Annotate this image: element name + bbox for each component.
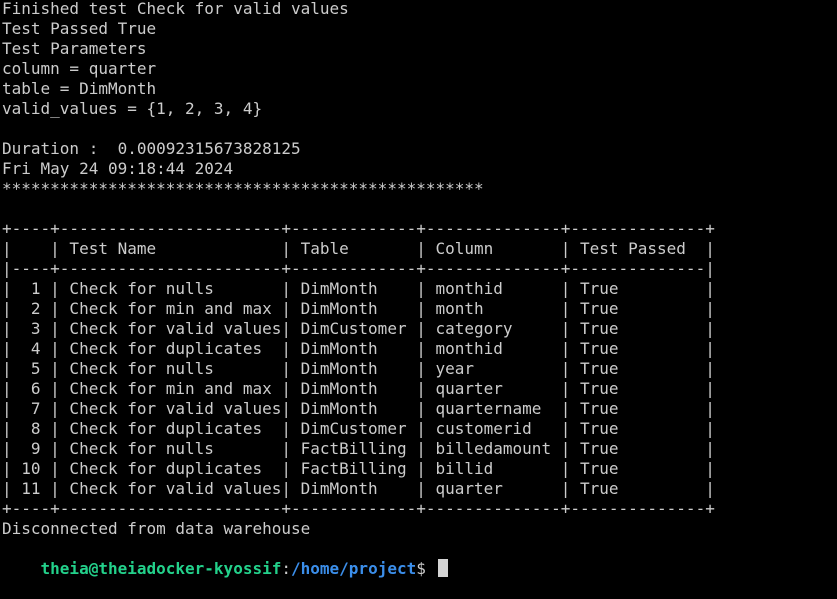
output-line: ****************************************… <box>2 179 484 198</box>
output-line: | 10 | Check for duplicates | FactBillin… <box>2 459 715 478</box>
terminal[interactable]: Finished test Check for valid values Test… <box>2 0 837 578</box>
output-line: | 4 | Check for duplicates | DimMonth | … <box>2 339 715 358</box>
output-line: Disconnected from data warehouse <box>2 519 311 538</box>
output-line: | 5 | Check for nulls | DimMonth | year … <box>2 359 715 378</box>
output-line: | 7 | Check for valid values| DimMonth |… <box>2 399 715 418</box>
output-line: | 11 | Check for valid values| DimMonth … <box>2 479 715 498</box>
output-line: |----+-----------------------+----------… <box>2 259 715 278</box>
prompt-line[interactable]: theia@theiadocker-kyossif:/home/project$ <box>2 539 837 578</box>
output-line: +----+-----------------------+----------… <box>2 499 715 518</box>
output-line: +----+-----------------------+----------… <box>2 219 715 238</box>
terminal-output: Finished test Check for valid values Test… <box>2 0 837 539</box>
output-line: | 3 | Check for valid values| DimCustome… <box>2 319 715 338</box>
prompt-separator: : <box>281 559 291 578</box>
output-line: | 6 | Check for min and max | DimMonth |… <box>2 379 715 398</box>
output-line: Test Passed True <box>2 19 157 38</box>
prompt-user-host: theia@theiadocker-kyossif <box>40 559 282 578</box>
output-line: | 8 | Check for duplicates | DimCustomer… <box>2 419 715 438</box>
prompt-path: /home/project <box>291 559 417 578</box>
output-line: column = quarter <box>2 59 157 78</box>
output-line: Fri May 24 09:18:44 2024 <box>2 159 234 178</box>
output-line: Duration : 0.00092315673828125 <box>2 139 301 158</box>
output-line: | | Test Name | Table | Column | Test Pa… <box>2 239 715 258</box>
output-line: valid_values = {1, 2, 3, 4} <box>2 99 263 118</box>
output-line: Test Parameters <box>2 39 147 58</box>
output-line: Finished test Check for valid values <box>2 0 349 18</box>
output-line: table = DimMonth <box>2 79 157 98</box>
prompt-symbol: $ <box>416 559 436 578</box>
output-line: | 1 | Check for nulls | DimMonth | month… <box>2 279 715 298</box>
output-line: | 2 | Check for min and max | DimMonth |… <box>2 299 715 318</box>
text-cursor <box>437 559 448 577</box>
output-line: | 9 | Check for nulls | FactBilling | bi… <box>2 439 715 458</box>
